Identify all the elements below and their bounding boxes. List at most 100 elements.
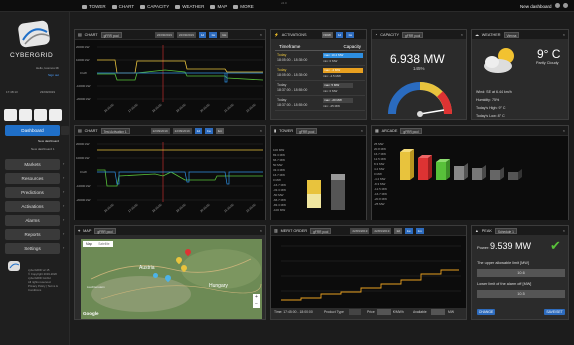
schedule-select[interactable]: Schedule 1: [494, 227, 517, 234]
close-icon[interactable]: ×: [260, 129, 262, 133]
map-pin-icon[interactable]: [153, 273, 158, 278]
chevron-right-icon: ›: [63, 161, 65, 166]
lower-limit-label: Lower limit of the alarm off [MW]: [477, 282, 532, 286]
date-from[interactable]: 22/09/2019: [154, 31, 174, 38]
today-low: Today's Low: 8° C: [476, 114, 505, 118]
range-1d-button[interactable]: 1d: [335, 31, 344, 38]
gear-icon[interactable]: [563, 3, 568, 8]
pool-select[interactable]: gFRR pool: [400, 127, 422, 134]
cloud-icon: ☁: [475, 33, 479, 37]
table-row[interactable]: Today 18:05:00 - 18:35:00 max: 10.2 MW m…: [275, 51, 365, 66]
date-to[interactable]: 22/09/2019: [372, 227, 392, 234]
arcade-icon: ▦: [375, 129, 379, 133]
product-type-select[interactable]: [349, 309, 361, 315]
range-1w-button[interactable]: 1w: [404, 227, 413, 234]
panel-title: MAP: [83, 228, 92, 233]
close-icon[interactable]: ×: [361, 129, 363, 133]
alert-button[interactable]: [34, 109, 47, 121]
notification-button[interactable]: [49, 109, 62, 121]
range-1d-button[interactable]: 1d: [394, 227, 402, 234]
nav-map[interactable]: MAP: [210, 4, 227, 9]
close-icon[interactable]: ×: [260, 229, 262, 233]
location-select[interactable]: Vienna: [503, 31, 520, 38]
y-tick: 10000 kW: [76, 58, 90, 62]
menu-settings[interactable]: Settings: [5, 243, 60, 254]
range-1m-button[interactable]: 1m: [220, 31, 229, 38]
range-1m-button[interactable]: 1m: [215, 127, 225, 134]
date-from[interactable]: 22/09/2019: [350, 227, 370, 234]
phone-button[interactable]: [19, 109, 32, 121]
chart-plot: 20000 kW 10000 kW 0 kW -10000 kW -20000 …: [75, 40, 265, 120]
dashboard-dropdown-icon[interactable]: [61, 126, 69, 135]
close-icon[interactable]: ×: [563, 33, 565, 37]
close-icon[interactable]: ×: [563, 129, 565, 133]
menu-activations[interactable]: Activations: [5, 201, 60, 212]
close-icon[interactable]: ×: [461, 33, 463, 37]
menu-markets[interactable]: Markets: [5, 159, 60, 170]
y-tick: -20000 kW: [76, 97, 91, 101]
save-set-button[interactable]: SAVE/SET: [544, 309, 565, 315]
panel-title: WEATHER: [481, 32, 501, 37]
tower-bar-dark: [331, 180, 345, 210]
pool-select[interactable]: gFRR pool: [296, 127, 318, 134]
menu-alarms[interactable]: Alarms: [5, 215, 60, 226]
range-1w-button[interactable]: 1w: [346, 31, 355, 38]
close-icon[interactable]: ×: [260, 33, 262, 37]
wind: Wind: SE at 6.44 km/h: [476, 90, 512, 94]
panel-title: TOWER: [279, 128, 294, 133]
nav-tower[interactable]: TOWER: [82, 4, 106, 9]
zoom-controls[interactable]: + −: [253, 294, 260, 308]
date-from[interactable]: 22/09/2019: [150, 127, 170, 134]
upper-limit-field[interactable]: 10.6: [477, 269, 565, 277]
chevron-right-icon: ›: [63, 217, 65, 222]
nav-more[interactable]: MORE: [233, 4, 254, 9]
y-tick: 20000 kW: [76, 45, 90, 49]
merit-order-panel: ▥ MERIT ORDER gFRR pool 22/09/2019 22/09…: [270, 225, 467, 320]
satellite-tab[interactable]: Satellite: [95, 241, 112, 247]
y-tick: 0 kW: [80, 170, 87, 174]
close-icon[interactable]: ×: [563, 229, 565, 233]
sign-out-link[interactable]: Sign out: [48, 73, 59, 77]
chart-plot: 20000 kW 10000 kW 0 kW -10000 kW -20000 …: [75, 136, 265, 220]
date-to[interactable]: 22/09/2019: [176, 31, 196, 38]
range-1m-button[interactable]: 1m: [415, 227, 424, 234]
weather-panel: ☁ WEATHER Vienna × 9° C Partly Cloudy Wi…: [471, 29, 569, 120]
tower-icon: ▮: [274, 129, 277, 133]
range-1w-button[interactable]: 1w: [205, 127, 213, 134]
available-input[interactable]: [431, 309, 445, 315]
dashboard-button[interactable]: Dashboard: [5, 125, 60, 136]
table-row[interactable]: Today 18:37:00 - 18:55:00 max: 5 MW min:…: [275, 81, 365, 96]
pool-select[interactable]: gFRR pool: [94, 227, 116, 234]
map-tab[interactable]: Map: [83, 241, 95, 247]
chevron-right-icon: ›: [63, 245, 65, 250]
table-row[interactable]: Today 18:37:00 - 18:55:00 max: -20 MW mi…: [275, 96, 365, 111]
map-view[interactable]: Map Satellite Austria Hungary Liechtenst…: [81, 239, 262, 319]
now-button[interactable]: NOW: [321, 31, 333, 38]
nav-chart[interactable]: CHART: [111, 4, 134, 9]
table-row[interactable]: Today 18:05:00 - 18:35:00 max: -4 MW min…: [275, 66, 365, 81]
nav-capacity[interactable]: CAPACITY: [140, 4, 169, 9]
menu-resources[interactable]: Resources: [5, 173, 60, 184]
menu-reports[interactable]: Reports: [5, 229, 60, 240]
range-1w-button[interactable]: 1w: [209, 31, 218, 38]
capacity-panel: ◔ CAPACITY gFRR pool × 6.938 MW 145%: [371, 29, 467, 120]
nav-weather[interactable]: WEATHER: [175, 4, 204, 9]
menu-predictions[interactable]: Predictions: [5, 187, 60, 198]
range-1d-button[interactable]: 1d: [194, 127, 203, 134]
change-button[interactable]: CHANGE: [477, 309, 495, 315]
price-input[interactable]: [377, 309, 391, 315]
partly-cloudy-icon: [484, 48, 514, 73]
map-type-toggle[interactable]: Map Satellite: [83, 241, 113, 247]
pool-select[interactable]: gFRR pool: [310, 227, 332, 234]
pool-select[interactable]: gFRR pool: [402, 31, 424, 38]
lower-limit-field[interactable]: 10.5: [477, 290, 565, 298]
pool-select[interactable]: gFRR pool: [100, 31, 122, 38]
edit-icon[interactable]: [555, 3, 560, 8]
dashboard-alt[interactable]: New dashboard 1: [31, 147, 55, 151]
dashboard-new[interactable]: New dashboard: [38, 139, 59, 143]
range-1d-button[interactable]: 1d: [198, 31, 207, 38]
footer-text: cyberGRID v2.15 © Copyright 2019-2020 cy…: [28, 268, 58, 292]
activation-select[interactable]: Test Activation 1: [100, 127, 130, 134]
date-to[interactable]: 22/09/2019: [172, 127, 192, 134]
user-button[interactable]: [4, 109, 17, 121]
